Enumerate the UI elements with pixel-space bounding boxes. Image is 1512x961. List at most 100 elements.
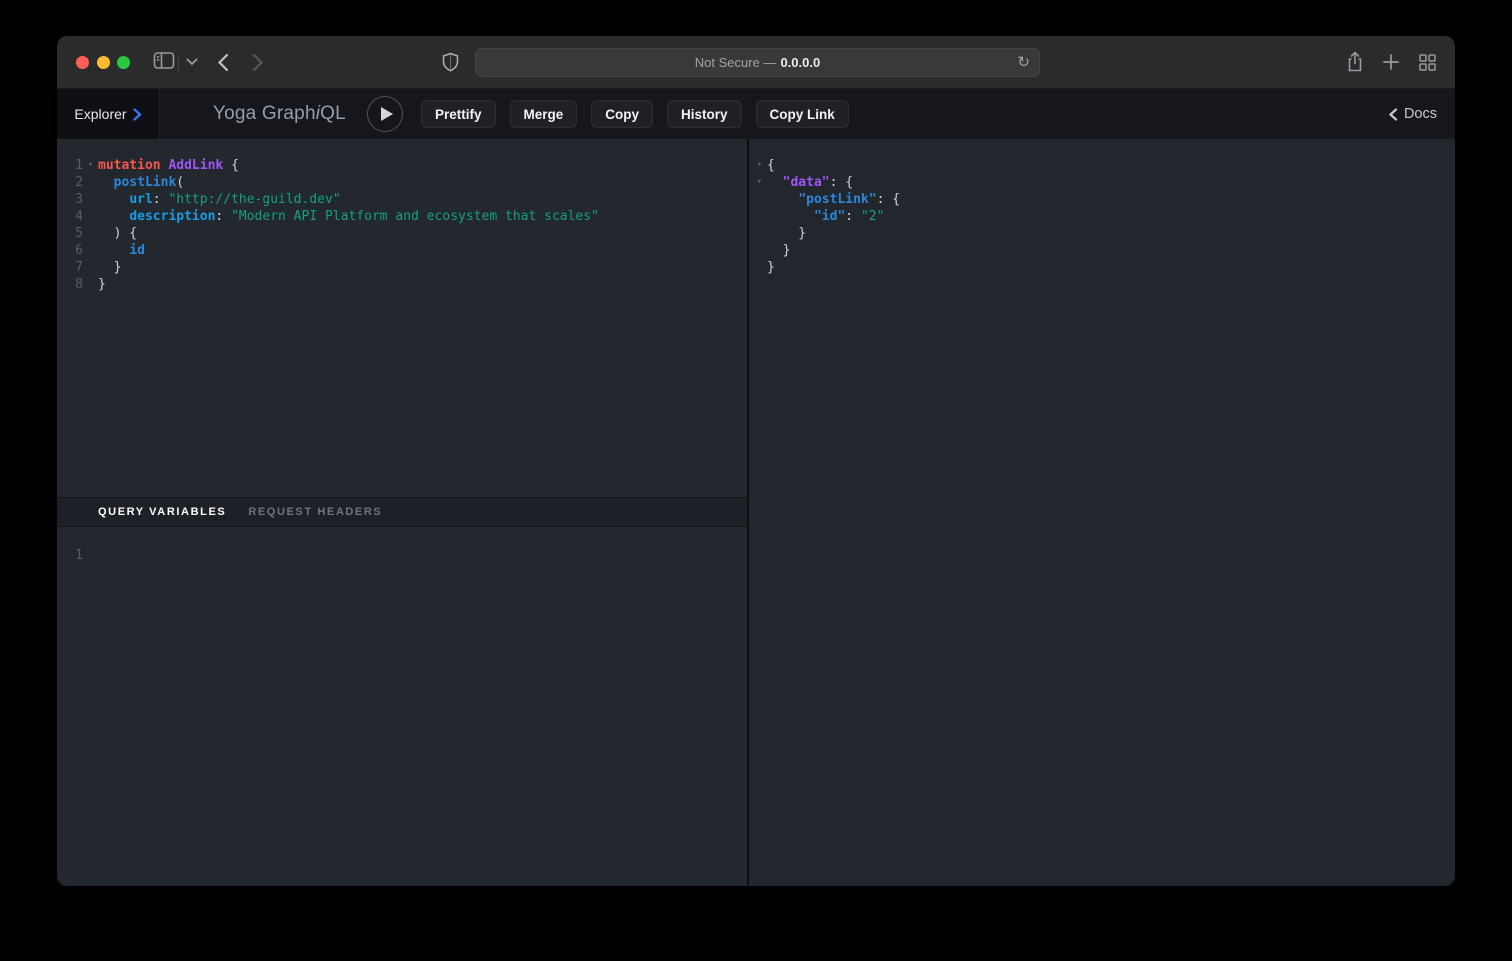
fold-arrow-icon[interactable]: ▾	[752, 174, 767, 191]
address-bar[interactable]: Not Secure — 0.0.0.0 ↻	[475, 48, 1040, 77]
fold-gutter-spacer	[752, 208, 767, 225]
toolbar-button-row: Prettify Merge Copy History Copy Link	[421, 100, 849, 128]
tab-overview-icon[interactable]	[1419, 54, 1436, 71]
code-text: postLink(	[98, 174, 184, 191]
fold-gutter-spacer	[752, 191, 767, 208]
line-number: 2	[57, 174, 83, 191]
query-code-line: 6 id	[57, 242, 747, 259]
merge-button[interactable]: Merge	[510, 100, 578, 128]
line-number: 1	[57, 547, 83, 564]
fold-arrow-icon[interactable]: ▾	[83, 157, 98, 174]
query-code-line: 1▾mutation AddLink {	[57, 157, 747, 174]
docs-label: Docs	[1404, 106, 1437, 122]
minimize-window-button[interactable]	[97, 56, 110, 69]
code-text: }	[98, 276, 106, 293]
response-code-line: "id": "2"	[752, 208, 1455, 225]
explorer-label: Explorer	[74, 106, 126, 122]
close-window-button[interactable]	[76, 56, 89, 69]
chevron-left-icon	[1389, 108, 1398, 121]
code-text: description: "Modern API Platform and ec…	[98, 208, 599, 225]
chevron-right-icon	[133, 108, 142, 121]
query-pane: 1▾mutation AddLink {2 postLink(3 url: "h…	[57, 139, 747, 886]
code-text: "data": {	[767, 174, 853, 191]
graphiql-toolbar: Explorer Yoga GraphiQL Prettify Merge Copy…	[57, 89, 1455, 139]
code-text: }	[767, 242, 790, 259]
chevron-down-icon[interactable]	[186, 58, 198, 66]
titlebar-separator	[178, 54, 179, 72]
line-number: 7	[57, 259, 83, 276]
line-number: 4	[57, 208, 83, 225]
code-text: }	[767, 259, 775, 276]
variables-line: 1	[57, 547, 747, 564]
app-title: Yoga GraphiQL	[213, 89, 346, 139]
query-code-line: 2 postLink(	[57, 174, 747, 191]
fold-gutter-spacer	[83, 174, 98, 191]
query-editor[interactable]: 1▾mutation AddLink {2 postLink(3 url: "h…	[57, 139, 747, 497]
copy-button[interactable]: Copy	[591, 100, 653, 128]
fold-gutter-spacer	[752, 259, 767, 276]
tab-request-headers[interactable]: REQUEST HEADERS	[248, 506, 382, 518]
code-text: mutation AddLink {	[98, 157, 239, 174]
variables-editor[interactable]: 1	[57, 527, 747, 887]
copy-link-button[interactable]: Copy Link	[756, 100, 849, 128]
url-text: 0.0.0.0	[780, 55, 820, 70]
play-icon	[381, 107, 393, 121]
docs-button[interactable]: Docs	[1389, 89, 1437, 139]
response-code-line: }	[752, 259, 1455, 276]
sidebar-toggle-icon[interactable]	[153, 51, 175, 70]
response-code-line: ▾{	[752, 157, 1455, 174]
prettify-button[interactable]: Prettify	[421, 100, 496, 128]
line-number: 8	[57, 276, 83, 293]
line-number: 5	[57, 225, 83, 242]
new-tab-icon[interactable]	[1383, 54, 1399, 70]
response-code-line: ▾ "data": {	[752, 174, 1455, 191]
code-text: }	[767, 225, 806, 242]
code-text: ) {	[98, 225, 137, 242]
main-content: 1▾mutation AddLink {2 postLink(3 url: "h…	[57, 139, 1455, 886]
response-code-line: }	[752, 242, 1455, 259]
fold-gutter-spacer	[752, 225, 767, 242]
back-button[interactable]	[217, 53, 229, 72]
fold-gutter-spacer	[83, 259, 98, 276]
fold-arrow-icon[interactable]: ▾	[752, 157, 767, 174]
line-number: 3	[57, 191, 83, 208]
code-text: }	[98, 259, 121, 276]
browser-titlebar: Not Secure — 0.0.0.0 ↻	[57, 36, 1455, 89]
fold-gutter-spacer	[83, 208, 98, 225]
variables-tabbar: QUERY VARIABLES REQUEST HEADERS	[57, 497, 747, 527]
query-code-line: 5 ) {	[57, 225, 747, 242]
query-code-line: 4 description: "Modern API Platform and …	[57, 208, 747, 225]
query-code-line: 7 }	[57, 259, 747, 276]
title-prefix: Yoga Graph	[213, 103, 316, 125]
response-code-line: }	[752, 225, 1455, 242]
response-pane: ▾{▾ "data": { "postLink": { "id": "2" } …	[749, 139, 1455, 886]
privacy-shield-icon[interactable]	[442, 52, 459, 72]
query-code-line: 8}	[57, 276, 747, 293]
line-number: 6	[57, 242, 83, 259]
fold-gutter-spacer	[83, 276, 98, 293]
reload-icon[interactable]: ↻	[1017, 55, 1030, 70]
line-number: 1	[57, 157, 83, 174]
fold-gutter-spacer	[752, 242, 767, 259]
tab-query-variables[interactable]: QUERY VARIABLES	[98, 506, 226, 518]
security-label: Not Secure —	[695, 55, 777, 70]
explorer-toggle[interactable]: Explorer	[57, 89, 160, 139]
response-code-line: "postLink": {	[752, 191, 1455, 208]
code-text: "postLink": {	[767, 191, 900, 208]
fold-gutter-spacer	[83, 225, 98, 242]
zoom-window-button[interactable]	[117, 56, 130, 69]
response-viewer: ▾{▾ "data": { "postLink": { "id": "2" } …	[752, 157, 1455, 276]
query-code-line: 3 url: "http://the-guild.dev"	[57, 191, 747, 208]
history-button[interactable]: History	[667, 100, 742, 128]
title-suffix: QL	[320, 103, 346, 125]
browser-window: Not Secure — 0.0.0.0 ↻ Explorer	[57, 36, 1455, 886]
fold-gutter-spacer	[83, 191, 98, 208]
forward-button[interactable]	[252, 53, 264, 72]
code-text: {	[767, 157, 775, 174]
share-icon[interactable]	[1346, 51, 1364, 73]
execute-query-button[interactable]	[367, 96, 403, 132]
code-text: id	[98, 242, 145, 259]
traffic-lights	[76, 56, 130, 69]
fold-gutter-spacer	[83, 242, 98, 259]
code-text: "id": "2"	[767, 208, 884, 225]
